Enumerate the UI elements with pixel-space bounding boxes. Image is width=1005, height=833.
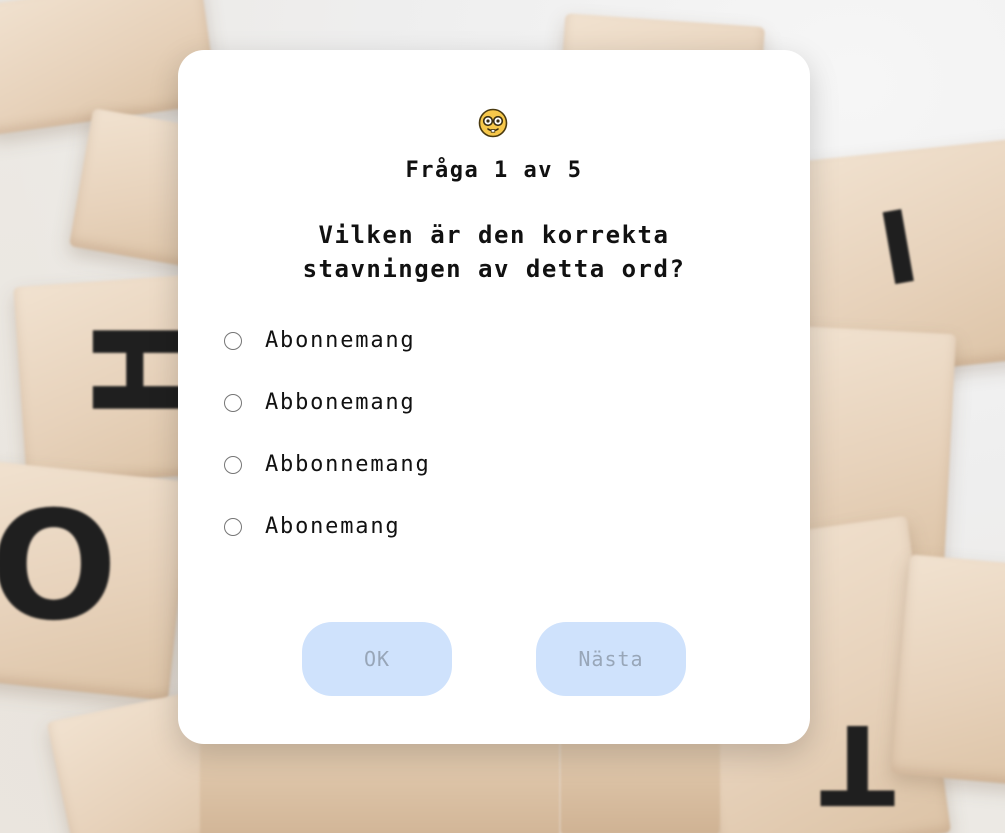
radio-button[interactable] xyxy=(224,394,242,412)
radio-button[interactable] xyxy=(224,332,242,350)
answer-option-label[interactable]: Abonnemang xyxy=(265,328,415,353)
background-tile-side xyxy=(560,735,720,833)
question-counter: Fråga 1 av 5 xyxy=(405,158,583,183)
answer-option-label[interactable]: Abbonnemang xyxy=(265,452,431,477)
answer-option[interactable]: Abbonemang xyxy=(224,384,744,446)
nerd-face-emoji-icon xyxy=(478,108,508,138)
background-tile-glyph: O xyxy=(0,480,118,654)
radio-button[interactable] xyxy=(224,518,242,536)
answer-option[interactable]: Abonemang xyxy=(224,508,744,570)
background-tile-side xyxy=(200,740,560,833)
radio-button[interactable] xyxy=(224,456,242,474)
answer-option[interactable]: Abonnemang xyxy=(224,322,744,384)
quiz-dialog: Fråga 1 av 5 Vilken är den korrekta stav… xyxy=(178,50,810,744)
answer-option[interactable]: Abbonnemang xyxy=(224,446,744,508)
answer-option-label[interactable]: Abonemang xyxy=(265,514,400,539)
ok-button[interactable]: OK xyxy=(302,622,452,696)
background-tile xyxy=(890,554,1005,786)
next-button[interactable]: Nästa xyxy=(536,622,686,696)
question-text: Vilken är den korrekta stavningen av det… xyxy=(302,221,686,283)
answer-options: Abonnemang Abbonemang Abbonnemang Abonem… xyxy=(224,322,744,570)
background-tile-glyph: T xyxy=(820,700,896,828)
answer-option-label[interactable]: Abbonemang xyxy=(265,390,415,415)
